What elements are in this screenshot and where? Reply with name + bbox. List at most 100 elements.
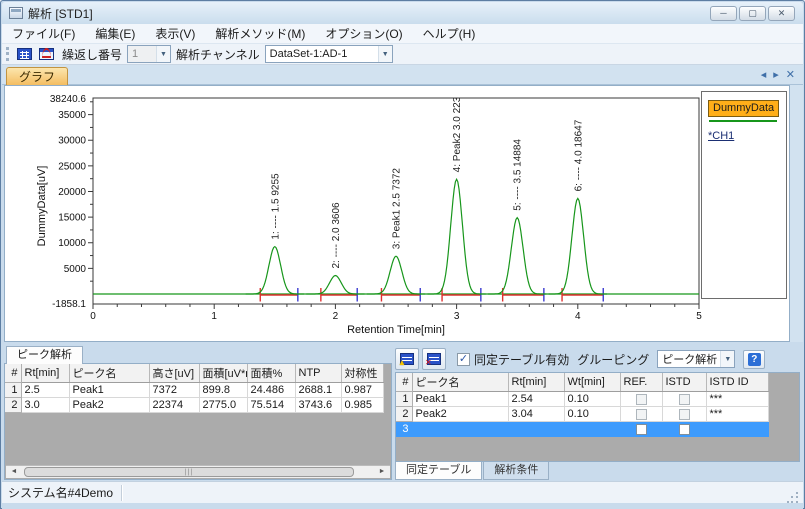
horizontal-scrollbar[interactable]: ◄ ||| ►: [6, 465, 390, 478]
column-header[interactable]: Rt[min]: [508, 373, 564, 392]
tab-next-icon[interactable]: ▸: [773, 68, 779, 81]
table-cell[interactable]: 0.985: [341, 398, 383, 413]
column-header[interactable]: 面積[uV*min]: [199, 364, 247, 383]
help-button[interactable]: ?: [743, 350, 765, 369]
table-cell[interactable]: 2775.0: [199, 398, 247, 413]
column-header[interactable]: ISTD: [662, 373, 706, 392]
tab-identification-table[interactable]: 同定テーブル: [395, 462, 482, 480]
table-cell[interactable]: ***: [706, 407, 768, 422]
table-cell[interactable]: [662, 407, 706, 422]
legend-item-dummydata[interactable]: DummyData: [708, 100, 779, 117]
istd-checkbox[interactable]: [679, 394, 690, 405]
table-cell[interactable]: Peak1: [69, 383, 149, 398]
table-cell[interactable]: 0.10: [564, 407, 620, 422]
table-cell[interactable]: 2.54: [508, 392, 564, 407]
column-header[interactable]: 高さ[uV]: [149, 364, 199, 383]
istd-checkbox[interactable]: [679, 424, 690, 435]
menu-edit[interactable]: 編集(E): [85, 24, 145, 44]
analysis-channel-select[interactable]: DataSet-1:AD-1 ▼: [265, 45, 393, 63]
table-cell[interactable]: [620, 422, 662, 437]
ref-checkbox[interactable]: [636, 409, 647, 420]
scrollbar-thumb[interactable]: |||: [24, 467, 354, 477]
column-header[interactable]: Rt[min]: [21, 364, 69, 383]
table-cell[interactable]: [564, 422, 620, 437]
table-cell[interactable]: [662, 392, 706, 407]
add-row-button[interactable]: ▲: [395, 348, 419, 370]
peak-result-table[interactable]: #Rt[min]ピーク名高さ[uV]面積[uV*min]面積%NTP対称性12.…: [5, 364, 384, 413]
ref-checkbox[interactable]: [636, 424, 647, 435]
maximize-button[interactable]: ▢: [739, 6, 766, 21]
legend-item-ch1[interactable]: *CH1: [708, 130, 780, 142]
table-cell[interactable]: Peak2: [69, 398, 149, 413]
table-cell[interactable]: 0.987: [341, 383, 383, 398]
column-header[interactable]: NTP: [295, 364, 341, 383]
table-row[interactable]: 1Peak12.540.10 ***: [396, 392, 768, 407]
column-header[interactable]: 対称性: [341, 364, 383, 383]
identification-table[interactable]: #ピーク名Rt[min]Wt[min]REF.ISTDISTD ID1Peak1…: [396, 373, 769, 437]
tab-graph[interactable]: グラフ: [6, 67, 68, 85]
tab-analysis-conditions[interactable]: 解析条件: [483, 462, 549, 480]
svg-text:2: 2: [333, 311, 339, 322]
table-row[interactable]: 12.5Peak17372899.824.4862688.10.987: [5, 383, 383, 398]
table-cell[interactable]: 2.5: [21, 383, 69, 398]
repeat-number-select[interactable]: 1 ▼: [127, 45, 171, 63]
table-cell[interactable]: [620, 392, 662, 407]
table-cell[interactable]: 3.0: [21, 398, 69, 413]
table-cell[interactable]: [620, 407, 662, 422]
column-header[interactable]: ピーク名: [69, 364, 149, 383]
column-header[interactable]: 面積%: [247, 364, 295, 383]
table-cell[interactable]: 2: [396, 407, 412, 422]
menu-analysis-method[interactable]: 解析メソッド(M): [205, 24, 315, 44]
column-header[interactable]: ピーク名: [412, 373, 508, 392]
ref-checkbox[interactable]: [636, 394, 647, 405]
chromatogram-chart[interactable]: 500010000150002000025000300003500038240.…: [5, 86, 705, 341]
peak-table-view-button[interactable]: [13, 45, 35, 64]
table-cell[interactable]: 2: [5, 398, 21, 413]
table-cell[interactable]: 2688.1: [295, 383, 341, 398]
table-cell[interactable]: [662, 422, 706, 437]
graph-view-button[interactable]: [35, 45, 57, 64]
tab-peak-analysis[interactable]: ピーク解析: [6, 346, 83, 364]
scroll-left-icon[interactable]: ◄: [7, 466, 21, 478]
menu-options[interactable]: オプション(O): [315, 24, 412, 44]
tab-close-icon[interactable]: ✕: [786, 68, 795, 81]
table-cell[interactable]: 1: [5, 383, 21, 398]
chromatogram-panel[interactable]: 500010000150002000025000300003500038240.…: [4, 85, 790, 342]
table-row[interactable]: 23.0Peak2223742775.075.5143743.60.985: [5, 398, 383, 413]
table-cell[interactable]: 22374: [149, 398, 199, 413]
table-cell[interactable]: [412, 422, 508, 437]
title-bar[interactable]: 解析 [STD1] ─ ▢ ✕: [2, 2, 803, 24]
table-cell[interactable]: 3.04: [508, 407, 564, 422]
menu-file[interactable]: ファイル(F): [2, 24, 85, 44]
table-cell[interactable]: 0.10: [564, 392, 620, 407]
menu-view[interactable]: 表示(V): [145, 24, 205, 44]
menu-help[interactable]: ヘルプ(H): [413, 24, 486, 44]
table-cell[interactable]: 1: [396, 392, 412, 407]
minimize-button[interactable]: ─: [710, 6, 737, 21]
table-row[interactable]: 2Peak23.040.10 ***: [396, 407, 768, 422]
close-button[interactable]: ✕: [768, 6, 795, 21]
column-header[interactable]: REF.: [620, 373, 662, 392]
table-cell[interactable]: 899.8: [199, 383, 247, 398]
table-cell[interactable]: 75.514: [247, 398, 295, 413]
id-table-enable-checkbox[interactable]: ✓: [457, 353, 470, 366]
column-header[interactable]: #: [5, 364, 21, 383]
tab-prev-icon[interactable]: ◂: [761, 68, 767, 81]
table-cell[interactable]: 3743.6: [295, 398, 341, 413]
table-cell[interactable]: Peak1: [412, 392, 508, 407]
table-cell[interactable]: [508, 422, 564, 437]
table-cell[interactable]: ***: [706, 392, 768, 407]
grouping-select[interactable]: ピーク解析 ▼: [657, 350, 735, 368]
scroll-right-icon[interactable]: ►: [375, 466, 389, 478]
table-row[interactable]: 3: [396, 422, 768, 437]
column-header[interactable]: Wt[min]: [564, 373, 620, 392]
table-cell[interactable]: 3: [396, 422, 412, 437]
column-header[interactable]: ISTD ID: [706, 373, 768, 392]
istd-checkbox[interactable]: [679, 409, 690, 420]
table-cell[interactable]: 7372: [149, 383, 199, 398]
table-cell[interactable]: 24.486: [247, 383, 295, 398]
column-header[interactable]: #: [396, 373, 412, 392]
delete-row-button[interactable]: ✕: [422, 348, 446, 370]
table-cell[interactable]: Peak2: [412, 407, 508, 422]
table-cell[interactable]: [706, 422, 768, 437]
